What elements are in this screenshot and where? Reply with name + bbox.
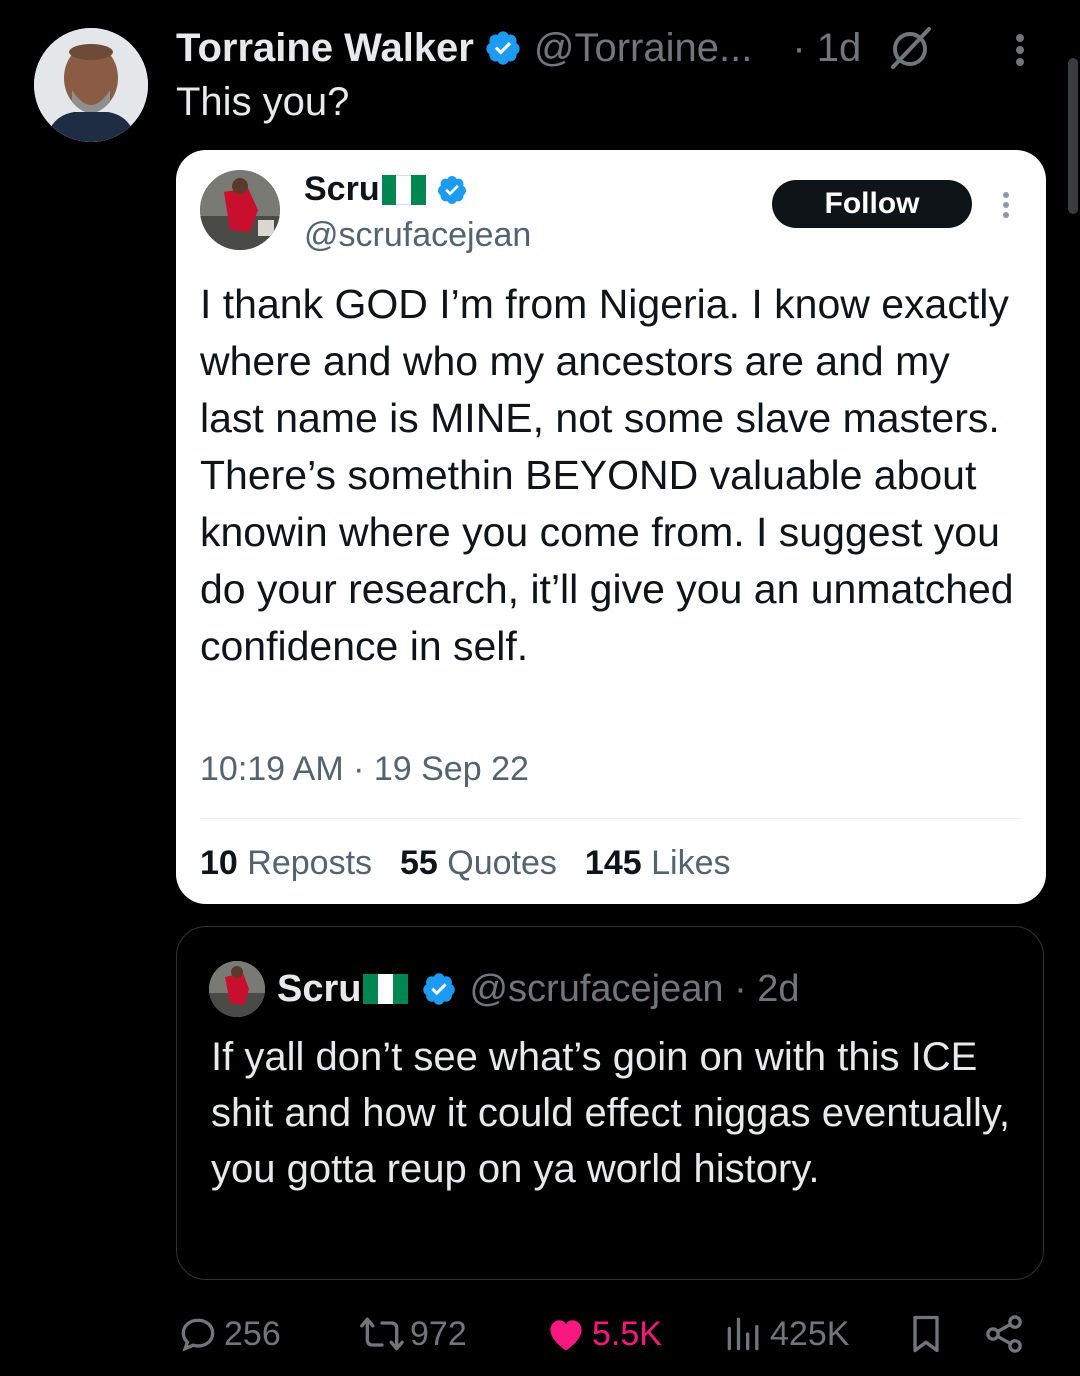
quoted-tweet-card[interactable]: Scru @scrufacejean Follow I thank GOD I’…	[176, 150, 1046, 904]
repost-button[interactable]: 972	[358, 1306, 467, 1362]
quoted-avatar	[200, 170, 280, 250]
verified-badge-icon	[437, 175, 466, 204]
views-button[interactable]: 425K	[722, 1306, 849, 1362]
repost-icon	[360, 1317, 404, 1351]
quoted-handle: @scrufacejean	[304, 216, 532, 254]
heart-icon	[550, 1320, 582, 1351]
embedded-text: If yall don’t see what’s goin on with th…	[211, 1035, 1011, 1191]
post-text: This you?	[176, 80, 350, 124]
views-icon	[727, 1317, 759, 1351]
divider	[200, 818, 1022, 819]
share-icon	[986, 1315, 1022, 1353]
embedded-name[interactable]: Scru	[277, 968, 457, 1011]
embedded-quote-card[interactable]: Scru @scrufacejean · 2d If yall don’t se…	[176, 926, 1044, 1280]
embedded-handle[interactable]: @scrufacejean · 2d	[469, 968, 799, 1011]
views-count: 425K	[770, 1314, 850, 1353]
scrollbar[interactable]	[1068, 58, 1078, 214]
like-button[interactable]: 5.5K	[544, 1306, 662, 1362]
action-bar: 256 972 5.5K 425K	[176, 1306, 1056, 1362]
stat-likes: 145 Likes	[584, 844, 731, 882]
follow-button: Follow	[772, 180, 972, 228]
nigeria-flag-icon	[381, 174, 426, 205]
reply-count: 256	[224, 1314, 281, 1353]
nigeria-flag-icon	[363, 974, 408, 1004]
verified-badge-icon	[423, 973, 456, 1005]
stat-quotes: 55 Quotes	[400, 844, 557, 882]
grok-icon[interactable]	[885, 23, 935, 73]
embedded-avatar	[209, 961, 265, 1017]
embedded-header: Scru @scrufacejean · 2d	[209, 961, 800, 1017]
quoted-timestamp: 10:19 AM · 19 Sep 22	[200, 750, 529, 788]
more-vertical-icon	[1003, 192, 1009, 218]
bookmark-icon	[913, 1315, 939, 1353]
author-avatar[interactable]	[34, 28, 148, 142]
reply-button[interactable]: 256	[176, 1306, 281, 1362]
quoted-name: Scru	[304, 170, 468, 209]
post-header: Torraine Walker @Torraine... · 1d	[176, 22, 1056, 74]
post-time[interactable]: · 1d	[792, 26, 861, 71]
verified-badge-icon	[486, 31, 520, 65]
quoted-stats: 10 Reposts 55 Quotes 145 Likes	[200, 844, 730, 883]
repost-count: 972	[410, 1314, 467, 1353]
stat-reposts: 10 Reposts	[200, 844, 373, 882]
author-name[interactable]: Torraine Walker	[176, 26, 474, 71]
quoted-text: I thank GOD I’m from Nigeria. I know exa…	[200, 281, 1014, 669]
more-vertical-icon[interactable]	[1002, 30, 1038, 70]
bookmark-button[interactable]	[904, 1306, 952, 1362]
share-button[interactable]	[982, 1306, 1030, 1362]
like-count: 5.5K	[592, 1314, 662, 1353]
reply-icon	[181, 1318, 215, 1352]
author-handle[interactable]: @Torraine...	[534, 26, 752, 71]
